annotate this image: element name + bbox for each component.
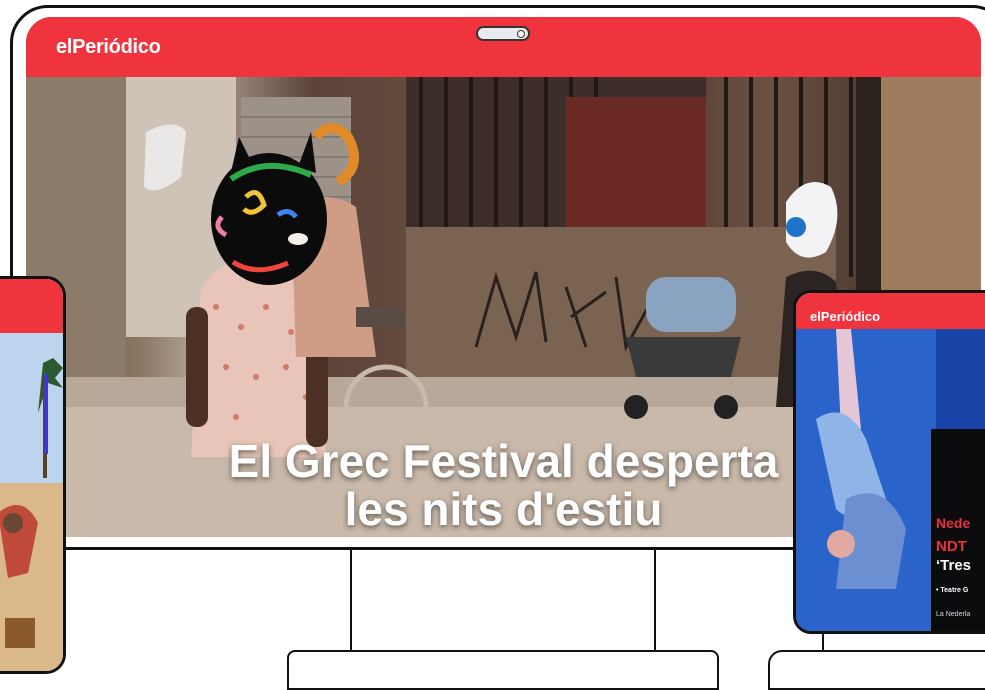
phone-hero-image	[0, 333, 63, 671]
tablet-device: elPeriódico Nede NDT ‘Tres • Teatre G La…	[793, 290, 985, 634]
phone-scroll-indicator[interactable]	[44, 374, 48, 454]
tablet-header: elPeriódico	[796, 293, 985, 329]
camera-icon	[476, 26, 530, 41]
monitor-base	[287, 650, 719, 690]
phone-header	[0, 279, 63, 333]
phone-device	[0, 276, 66, 674]
tablet-card-title-1[interactable]: Nede	[936, 515, 970, 531]
tablet-logo[interactable]: elPeriódico	[810, 309, 880, 324]
tablet-card-meta: • Teatre G	[936, 587, 969, 594]
tablet-card-title-3[interactable]: ‘Tres	[936, 557, 971, 574]
camera-lens-icon	[517, 30, 525, 38]
tablet-card-footer: La Nederla	[936, 611, 971, 618]
monitor-neck	[350, 548, 656, 650]
tablet-hero-image	[796, 329, 985, 631]
monitor-logo[interactable]: elPeriódico	[56, 36, 161, 59]
tablet-card-title-2[interactable]: NDT	[936, 538, 967, 555]
tablet-stand-base	[768, 650, 985, 690]
